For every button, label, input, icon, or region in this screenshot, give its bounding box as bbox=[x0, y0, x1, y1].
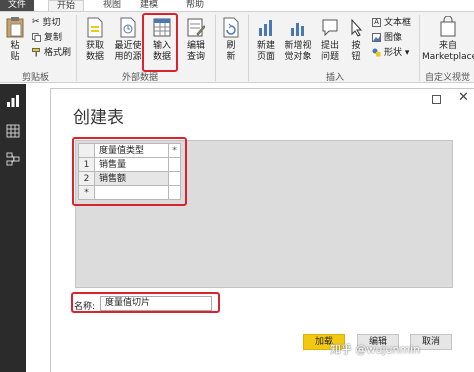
marketplace-button[interactable]: 来自 Marketplace bbox=[422, 16, 474, 63]
grid-highlight bbox=[72, 137, 187, 206]
image-icon bbox=[372, 33, 381, 42]
close-icon[interactable]: ✕ bbox=[458, 91, 469, 105]
menu-bar: 文件 开始 视图 建模 帮助 bbox=[0, 0, 474, 11]
custom-visuals-group-label: 自定义视觉 bbox=[425, 73, 471, 83]
buttons-button[interactable]: 按 钮 bbox=[346, 16, 366, 63]
textbox-icon: A bbox=[372, 18, 381, 27]
dropdown-arrow-icon: ▾ bbox=[402, 48, 410, 58]
image-label: 图像 bbox=[384, 33, 403, 43]
dialog-title: 创建表 bbox=[73, 108, 124, 128]
copy-label: 复制 bbox=[44, 33, 63, 43]
data-icon[interactable] bbox=[6, 124, 20, 138]
textbox-label: 文本框 bbox=[384, 18, 412, 28]
separator bbox=[419, 15, 420, 81]
format-painter-icon bbox=[32, 48, 40, 57]
report-icon[interactable] bbox=[6, 94, 20, 108]
separator bbox=[248, 15, 249, 81]
tab-view[interactable]: 视图 bbox=[103, 0, 121, 11]
tab-modeling[interactable]: 建模 bbox=[140, 0, 158, 11]
model-icon[interactable] bbox=[6, 152, 20, 166]
scissors-icon: ✂ bbox=[32, 17, 40, 27]
image-button[interactable]: 图像 bbox=[372, 32, 402, 44]
cursor-icon bbox=[351, 18, 363, 37]
textbox-button[interactable]: A 文本框 bbox=[372, 17, 411, 29]
tab-home[interactable]: 开始 bbox=[48, 0, 85, 11]
cut-label: 剪切 bbox=[42, 18, 61, 28]
clipboard-group-label: 剪贴板 bbox=[22, 73, 50, 83]
ask-question-button[interactable]: 提出 问题 bbox=[316, 16, 344, 63]
recent-sources-icon bbox=[120, 17, 136, 38]
marketplace-icon bbox=[440, 16, 456, 37]
shapes-icon bbox=[372, 48, 381, 57]
ribbon: 粘 贴 ✂ 剪切 复制 格式刷 剪贴板 获取 数据 最近使 用的源 输入 数据 … bbox=[0, 11, 474, 83]
recent-sources-label: 最近使 用的源 bbox=[114, 41, 142, 62]
shapes-button[interactable]: 形状 ▾ bbox=[372, 47, 409, 59]
edit-queries-label: 编辑 查询 bbox=[186, 41, 205, 62]
watermark: 知乎 @wujunmin bbox=[330, 343, 421, 356]
refresh-icon bbox=[223, 17, 239, 38]
file-menu[interactable]: 文件 bbox=[0, 0, 34, 11]
edit-queries-button[interactable]: 编辑 查询 bbox=[182, 16, 210, 63]
name-highlight bbox=[71, 292, 220, 313]
format-painter-label: 格式刷 bbox=[44, 48, 72, 58]
cut-button[interactable]: ✂ 剪切 bbox=[32, 17, 61, 29]
shapes-label: 形状 bbox=[384, 48, 403, 58]
new-page-label: 新建 页面 bbox=[256, 41, 275, 62]
separator bbox=[76, 15, 77, 81]
buttons-label: 按 钮 bbox=[351, 41, 361, 62]
get-data-label: 获取 数据 bbox=[85, 41, 104, 62]
paste-button[interactable]: 粘 贴 bbox=[4, 16, 26, 63]
marketplace-label: 来自 Marketplace bbox=[422, 41, 474, 62]
tab-help[interactable]: 帮助 bbox=[186, 0, 204, 11]
new-visual-label: 新增视 觉对象 bbox=[284, 41, 312, 62]
paste-icon bbox=[6, 17, 24, 38]
paste-label: 粘 贴 bbox=[10, 41, 20, 62]
insert-group-label: 插入 bbox=[326, 73, 345, 83]
maximize-icon[interactable] bbox=[432, 95, 441, 104]
edit-queries-icon bbox=[187, 18, 205, 37]
refresh-button[interactable]: 刷 新 bbox=[220, 16, 242, 63]
separator bbox=[215, 15, 216, 81]
new-page-icon bbox=[259, 20, 272, 36]
refresh-label: 刷 新 bbox=[226, 41, 236, 62]
new-visual-button[interactable]: 新增视 觉对象 bbox=[281, 16, 315, 63]
get-data-button[interactable]: 获取 数据 bbox=[80, 16, 110, 63]
enter-data-highlight bbox=[142, 13, 178, 72]
external-data-group-label: 外部数据 bbox=[122, 73, 159, 83]
chat-bubble-icon bbox=[322, 19, 338, 37]
view-sidebar bbox=[0, 84, 26, 372]
copy-button[interactable]: 复制 bbox=[32, 32, 62, 44]
database-icon bbox=[87, 17, 103, 38]
new-page-button[interactable]: 新建 页面 bbox=[252, 16, 280, 63]
recent-sources-button[interactable]: 最近使 用的源 bbox=[111, 16, 145, 63]
ask-question-label: 提出 问题 bbox=[320, 41, 339, 62]
format-painter-button[interactable]: 格式刷 bbox=[32, 47, 71, 59]
create-table-dialog: 创建表 ✕ 度量值类型 * 1 销售量 2 销售额 * 名称: 度量值切片 加载… bbox=[50, 88, 474, 372]
new-visual-icon bbox=[291, 23, 304, 36]
copy-icon bbox=[32, 33, 41, 42]
